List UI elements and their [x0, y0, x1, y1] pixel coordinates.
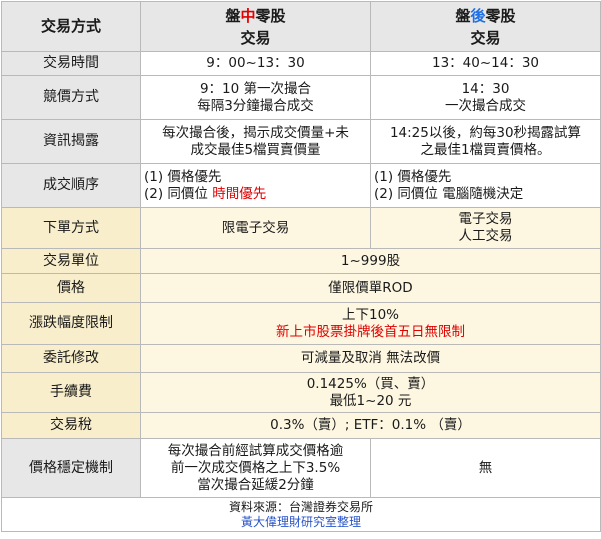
row-fee: 手續費 0.1425%（買、賣） 最低1~20 元 [1, 372, 601, 413]
row-info-disclosure: 資訊揭露 每次撮合後，揭示成交價量+未 成交最佳5檔買賣價量 14:25以後，約… [1, 119, 601, 164]
row-source: 資料來源：台灣證券交易所 黃大偉理財研究室整理 [1, 497, 601, 532]
corner-label: 交易方式 [1, 1, 141, 52]
col-header-intraday: 盤中零股 交易 [140, 1, 371, 52]
fee-value: 0.1425%（買、賣） 最低1~20 元 [140, 372, 601, 413]
odd-lot-trading-table: 交易方式 盤中零股 交易 盤後零股 交易 交易時間 9：00~13：30 13：… [1, 1, 601, 532]
afterhours-disclosure-line1: 14:25以後，約每30秒揭露試算 [389, 124, 582, 141]
afterhours-title-prefix: 盤 [455, 6, 471, 25]
intraday-title-line1: 盤中零股 [144, 5, 367, 27]
price-limit-main: 上下10% [341, 306, 399, 323]
stabilization-line3: 當次撮合延緩2分鐘 [197, 476, 314, 493]
intraday-trading-hours: 9：00~13：30 [140, 51, 371, 76]
afterhours-order-line2: (2) 同價位 電腦隨機決定 [374, 185, 524, 202]
intraday-title-line2: 交易 [240, 28, 271, 47]
time-priority-highlight: 時間優先 [212, 185, 267, 202]
label-stabilization: 價格穩定機制 [1, 438, 141, 498]
intraday-matching-method: 9：10 第一次撮合 每隔3分鐘撮合成交 [140, 75, 371, 120]
intraday-title-prefix: 盤 [225, 6, 241, 25]
trading-comparison-page: 交易方式 盤中零股 交易 盤後零股 交易 交易時間 9：00~13：30 13：… [0, 0, 601, 539]
row-price: 價格 僅限價單ROD [1, 273, 601, 303]
intraday-matching-line1: 9：10 第一次撮合 [199, 80, 312, 97]
fee-minimum: 最低1~20 元 [329, 392, 412, 409]
tax-value: 0.3%（賣）; ETF：0.1% （賣） [140, 412, 601, 439]
afterhours-info-disclosure: 14:25以後，約每30秒揭露試算 之最佳1檔買賣價格。 [370, 119, 601, 164]
price-value: 僅限價單ROD [140, 273, 601, 303]
row-matching-order: 成交順序 (1) 價格優先 (2) 同價位 時間優先 (1) 價格優先 (2) … [1, 163, 601, 208]
label-matching-order: 成交順序 [1, 163, 141, 208]
label-trading-hours: 交易時間 [1, 51, 141, 76]
afterhours-order-method: 電子交易 人工交易 [370, 207, 601, 249]
afterhours-title-suffix: 零股 [485, 6, 516, 25]
col-header-afterhours: 盤後零股 交易 [370, 1, 601, 52]
source-brand: 黃大偉理財研究室整理 [240, 514, 361, 529]
row-price-limit: 漲跌幅度限制 上下10% 新上市股票掛牌後首五日無限制 [1, 302, 601, 345]
afterhours-order-line1: (1) 價格優先 [374, 168, 452, 185]
intraday-matching-order: (1) 價格優先 (2) 同價位 時間優先 [140, 163, 371, 208]
label-tax: 交易稅 [1, 412, 141, 439]
label-order-method: 下單方式 [1, 207, 141, 249]
intraday-info-disclosure: 每次撮合後，揭示成交價量+未 成交最佳5檔買賣價量 [140, 119, 371, 164]
row-trading-hours: 交易時間 9：00~13：30 13：40~14：30 [1, 51, 601, 76]
intraday-order-line2: (2) 同價位 時間優先 [144, 186, 367, 203]
afterhours-stabilization: 無 [370, 438, 601, 498]
afterhours-title-line2: 交易 [470, 28, 501, 47]
row-order-method: 下單方式 限電子交易 電子交易 人工交易 [1, 207, 601, 249]
label-info-disclosure: 資訊揭露 [1, 119, 141, 164]
price-limit-value: 上下10% 新上市股票掛牌後首五日無限制 [140, 302, 601, 345]
afterhours-matching-line2: 一次撮合成交 [445, 97, 526, 114]
afterhours-trading-hours: 13：40~14：30 [370, 51, 601, 76]
afterhours-order-method-line1: 電子交易 [458, 211, 513, 227]
intraday-disclosure-line2: 成交最佳5檔買賣價量 [190, 141, 321, 158]
afterhours-order-method-line2: 人工交易 [458, 228, 513, 244]
afterhours-title-line1: 盤後零股 [374, 5, 597, 27]
fee-rate: 0.1425%（買、賣） [306, 375, 435, 392]
row-stabilization: 價格穩定機制 每次撮合前經試算成交價格逾 前一次成交價格之上下3.5% 當次撮合… [1, 438, 601, 498]
intraday-order-line2-prefix: (2) 同價位 [144, 185, 213, 202]
intraday-order-line1: (1) 價格優先 [144, 168, 222, 185]
intraday-title-accent: 中 [240, 6, 256, 25]
source-cell: 資料來源：台灣證券交易所 黃大偉理財研究室整理 [1, 497, 601, 532]
intraday-stabilization: 每次撮合前經試算成交價格逾 前一次成交價格之上下3.5% 當次撮合延緩2分鐘 [140, 438, 371, 498]
label-matching-method: 競價方式 [1, 75, 141, 120]
order-modify-value: 可減量及取消 無法改價 [140, 344, 601, 373]
table-header-row: 交易方式 盤中零股 交易 盤後零股 交易 [1, 1, 601, 52]
label-price-limit: 漲跌幅度限制 [1, 302, 141, 345]
stabilization-line1: 每次撮合前經試算成交價格逾 [167, 442, 344, 459]
afterhours-disclosure-line2: 之最佳1檔買賣價格。 [420, 141, 551, 158]
stabilization-line2: 前一次成交價格之上下3.5% [170, 459, 341, 476]
intraday-title-suffix: 零股 [255, 6, 286, 25]
trading-unit-value: 1~999股 [140, 248, 601, 274]
afterhours-matching-line1: 14：30 [461, 80, 510, 97]
label-trading-unit: 交易單位 [1, 248, 141, 274]
afterhours-title-accent: 後 [470, 6, 486, 25]
intraday-order-method: 限電子交易 [140, 207, 371, 249]
intraday-disclosure-line1: 每次撮合後，揭示成交價量+未 [162, 124, 349, 141]
row-trading-unit: 交易單位 1~999股 [1, 248, 601, 274]
row-order-modify: 委託修改 可減量及取消 無法改價 [1, 344, 601, 373]
price-limit-note: 新上市股票掛牌後首五日無限制 [276, 323, 465, 340]
label-fee: 手續費 [1, 372, 141, 413]
label-price: 價格 [1, 273, 141, 303]
row-matching-method: 競價方式 9：10 第一次撮合 每隔3分鐘撮合成交 14：30 一次撮合成交 [1, 75, 601, 120]
afterhours-matching-order: (1) 價格優先 (2) 同價位 電腦隨機決定 [370, 163, 601, 208]
row-tax: 交易稅 0.3%（賣）; ETF：0.1% （賣） [1, 412, 601, 439]
label-order-modify: 委託修改 [1, 344, 141, 373]
intraday-matching-line2: 每隔3分鐘撮合成交 [197, 97, 314, 114]
source-line: 資料來源：台灣證券交易所 [228, 499, 373, 514]
afterhours-matching-method: 14：30 一次撮合成交 [370, 75, 601, 120]
